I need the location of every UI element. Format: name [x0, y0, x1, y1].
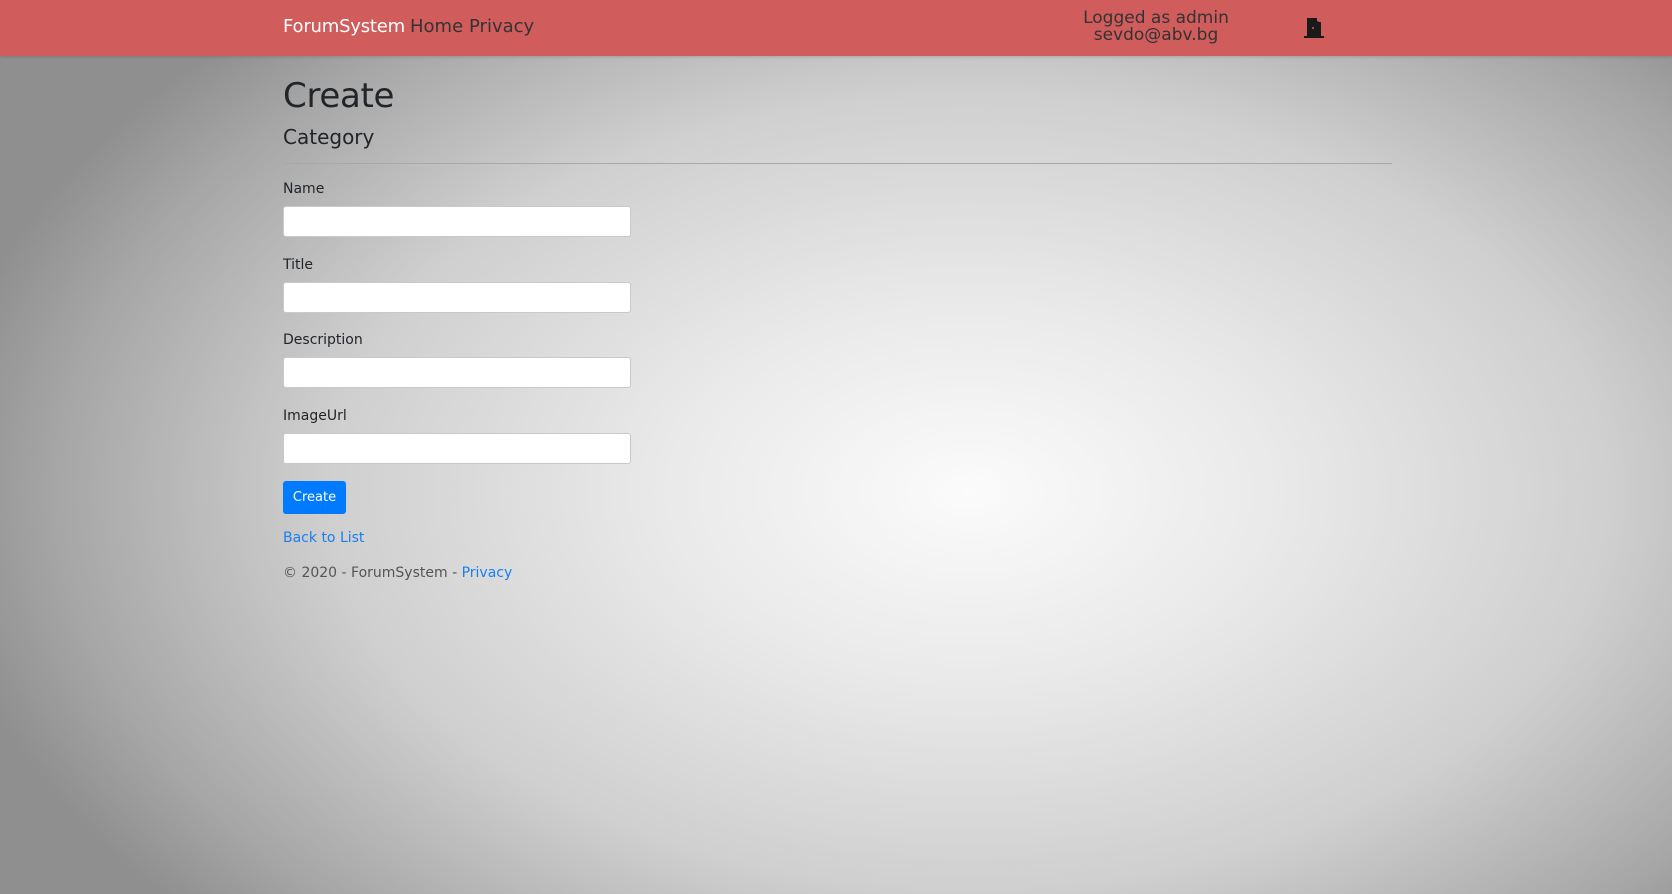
imageurl-label: ImageUrl	[283, 408, 347, 424]
name-input[interactable]	[283, 206, 631, 237]
brand-link[interactable]: ForumSystem	[283, 16, 405, 37]
user-email-text: sevdo@abv.bg	[1093, 25, 1219, 45]
imageurl-input[interactable]	[283, 433, 631, 464]
footer-text: © 2020 - ForumSystem -	[283, 565, 462, 581]
title-label: Title	[283, 257, 314, 273]
description-label: Description	[283, 332, 363, 348]
footer: © 2020 - ForumSystem - Privacy	[283, 565, 512, 581]
nav-link-home[interactable]: Home	[410, 16, 463, 37]
page-title: Create	[283, 76, 395, 116]
title-input[interactable]	[283, 282, 631, 313]
user-info: Logged as admin sevdo@abv.bg	[1056, 10, 1256, 44]
door-exit-icon[interactable]	[1302, 17, 1326, 39]
page-subtitle: Category	[283, 125, 375, 149]
divider	[283, 163, 1392, 164]
back-to-list-link[interactable]: Back to List	[283, 530, 364, 546]
footer-privacy-link[interactable]: Privacy	[462, 565, 513, 581]
navbar: ForumSystem Home Privacy Logged as admin…	[0, 0, 1672, 56]
create-button[interactable]: Create	[283, 481, 346, 514]
name-label: Name	[283, 181, 325, 197]
description-input[interactable]	[283, 357, 631, 388]
nav-link-privacy[interactable]: Privacy	[469, 16, 534, 37]
